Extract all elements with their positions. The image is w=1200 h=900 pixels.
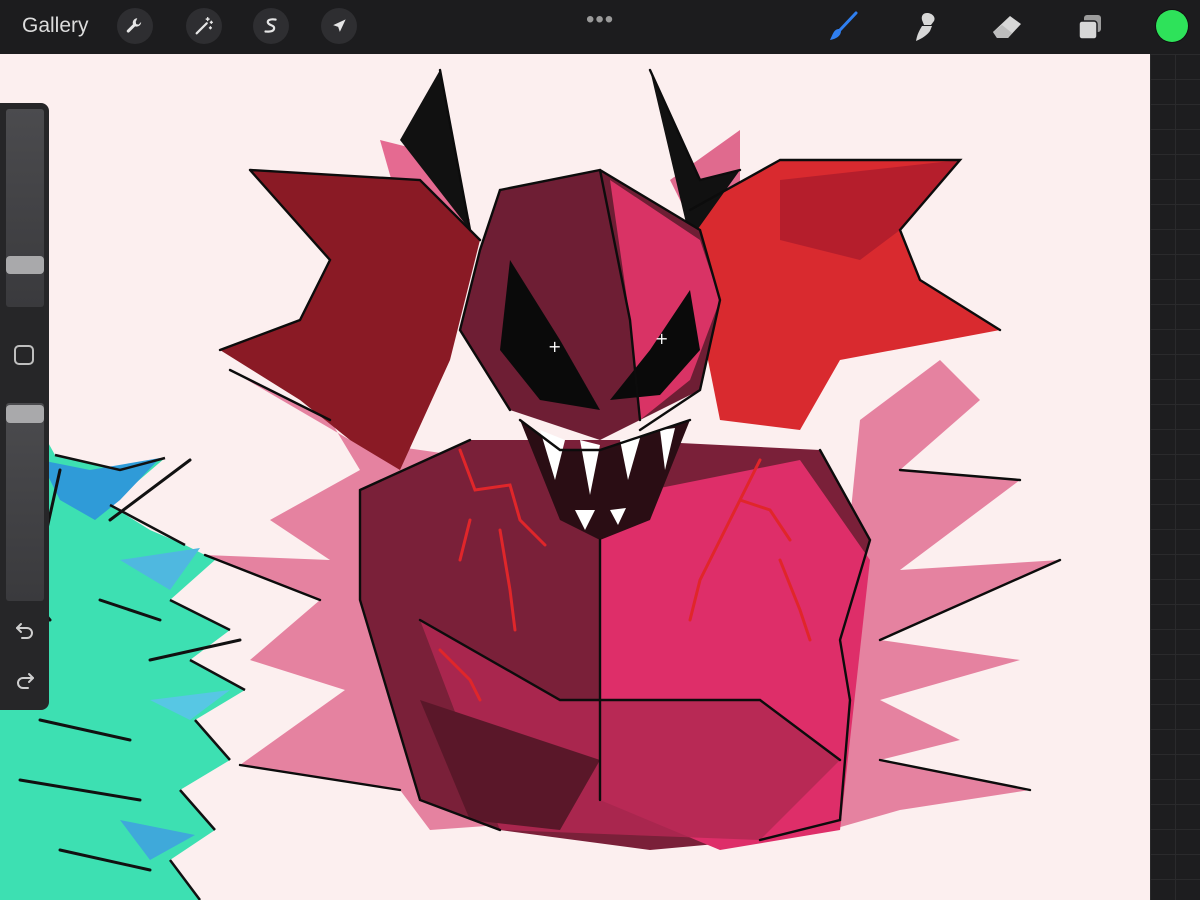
left-sidebar: [0, 103, 49, 710]
brush-opacity-handle[interactable]: [6, 405, 44, 423]
color-picker-button[interactable]: [1156, 10, 1188, 42]
smudge-button[interactable]: [908, 10, 942, 44]
brush-size-slider[interactable]: [6, 109, 44, 307]
adjustments-button[interactable]: [186, 8, 222, 44]
top-toolbar: Gallery •••: [0, 0, 1200, 54]
magic-wand-icon: [195, 17, 213, 35]
move-arrow-icon: [333, 19, 346, 32]
modify-button[interactable]: [14, 345, 34, 365]
redo-button[interactable]: [12, 668, 38, 694]
selection-button[interactable]: [253, 8, 289, 44]
selection-s-icon: [264, 18, 277, 33]
paint-button[interactable]: [826, 10, 860, 44]
svg-text:+: +: [548, 337, 561, 356]
eraser-button[interactable]: [990, 10, 1024, 44]
layers-icon: [1078, 15, 1101, 40]
layers-button[interactable]: [1073, 10, 1107, 44]
drawing-canvas[interactable]: + +: [0, 54, 1150, 900]
svg-text:+: +: [655, 329, 668, 348]
transform-button[interactable]: [321, 8, 357, 44]
redo-icon: [17, 673, 34, 689]
undo-icon: [16, 623, 33, 639]
undo-button[interactable]: [12, 618, 38, 644]
gallery-button[interactable]: Gallery: [22, 14, 89, 38]
artwork: + +: [0, 68, 1062, 900]
eraser-icon: [993, 16, 1021, 38]
more-options-button[interactable]: •••: [586, 6, 614, 34]
smudge-icon: [916, 13, 935, 41]
brush-opacity-slider[interactable]: [6, 403, 44, 601]
brush-icon: [830, 11, 858, 40]
brush-size-handle[interactable]: [6, 256, 44, 274]
actions-button[interactable]: [117, 8, 153, 44]
canvas-overflow-grid: [1150, 54, 1200, 900]
wrench-icon: [126, 18, 142, 33]
